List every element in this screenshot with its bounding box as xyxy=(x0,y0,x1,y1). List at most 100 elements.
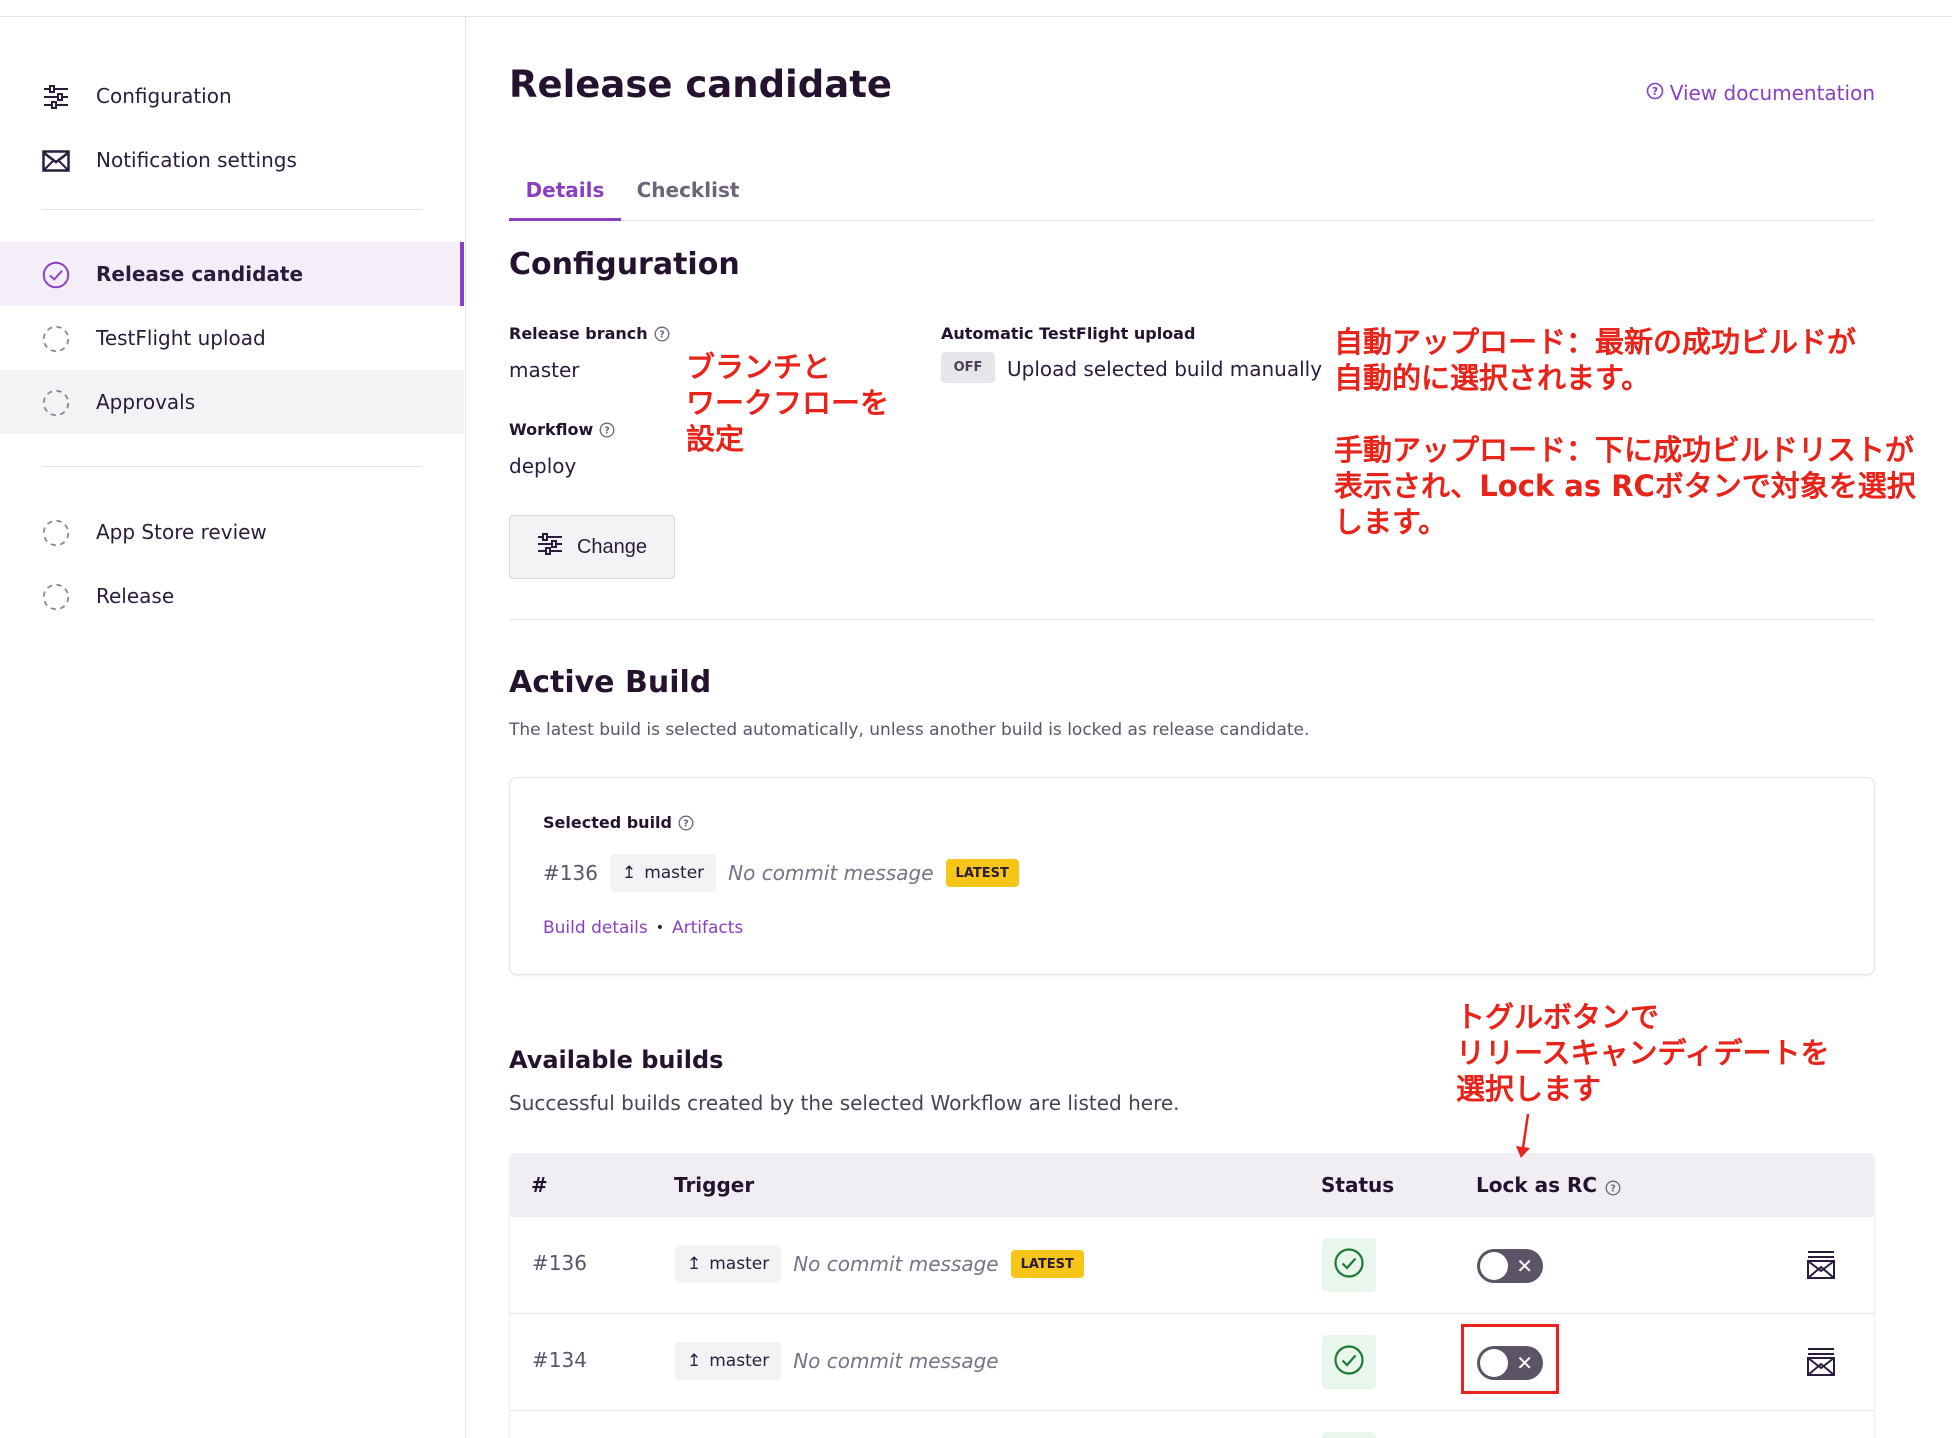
commit-message: No commit message xyxy=(793,1349,999,1373)
artifacts-icon[interactable] xyxy=(1807,1250,1835,1280)
column-trigger: Trigger xyxy=(674,1173,755,1197)
release-branch-value: master xyxy=(509,358,580,382)
help-icon[interactable]: ? xyxy=(654,326,670,342)
lock-as-rc-toggle[interactable]: ✕ xyxy=(1477,1249,1543,1283)
top-border xyxy=(0,0,1952,17)
off-badge: OFF xyxy=(941,352,995,383)
sliders-icon xyxy=(537,533,563,561)
workflow-value: deploy xyxy=(509,454,577,478)
tab-details[interactable]: Details xyxy=(509,171,621,221)
available-builds-description: Successful builds created by the selecte… xyxy=(509,1091,1180,1115)
check-circle-icon xyxy=(1333,1247,1365,1283)
toggle-knob xyxy=(1480,1252,1508,1280)
sidebar-item-label: Release candidate xyxy=(96,262,304,286)
branch-chip: ↥ master xyxy=(675,1342,782,1380)
active-build-description: The latest build is selected automatical… xyxy=(509,720,1310,740)
branch-name: master xyxy=(644,863,705,883)
row-trigger: ↥ master No commit message xyxy=(675,1342,999,1380)
mail-icon xyxy=(42,147,70,175)
row-lock: ✕ xyxy=(1477,1249,1543,1283)
sidebar-divider xyxy=(42,466,422,467)
svg-text:?: ? xyxy=(1652,85,1658,98)
svg-text:?: ? xyxy=(683,818,689,829)
row-trigger: ↥ master No commit message LATEST xyxy=(675,1245,1084,1283)
latest-badge: LATEST xyxy=(945,859,1019,887)
column-lock-as-rc: Lock as RC ? xyxy=(1476,1173,1621,1197)
commit-message: No commit message xyxy=(793,1252,999,1276)
column-number: # xyxy=(531,1173,548,1197)
selected-build-label-text: Selected build xyxy=(543,813,672,832)
column-status: Status xyxy=(1321,1173,1395,1197)
tab-checklist[interactable]: Checklist xyxy=(633,171,743,221)
view-documentation-link[interactable]: ? View documentation xyxy=(1646,81,1875,105)
svg-text:?: ? xyxy=(1610,1184,1616,1195)
help-circle-icon: ? xyxy=(1646,81,1664,105)
page-title: Release candidate xyxy=(509,63,892,106)
sidebar-item-approvals[interactable]: Approvals xyxy=(0,370,464,434)
annotation-toggle-hint: トグルボタンで リリースキャンディデートを 選択します xyxy=(1456,1000,1830,1106)
branch-arrow-icon: ↥ xyxy=(687,1351,702,1371)
success-status xyxy=(1322,1335,1376,1389)
selected-build-card: Selected build ? #136 ↥ master No commit… xyxy=(509,777,1875,975)
artifacts-link[interactable]: Artifacts xyxy=(672,918,743,938)
column-lock-label: Lock as RC xyxy=(1476,1173,1598,1197)
sidebar-item-release-candidate[interactable]: Release candidate xyxy=(0,242,464,306)
help-icon[interactable]: ? xyxy=(678,815,694,831)
branch-name: master xyxy=(709,1254,770,1274)
row-number-text: #136 xyxy=(532,1251,587,1275)
sidebar-item-release[interactable]: Release xyxy=(0,564,464,628)
sliders-icon xyxy=(42,83,70,111)
help-icon[interactable]: ? xyxy=(599,422,615,438)
success-status xyxy=(1322,1238,1376,1292)
sidebar-item-label: Release xyxy=(96,584,175,608)
commit-message: No commit message xyxy=(728,861,934,885)
sidebar-item-label: App Store review xyxy=(96,520,267,544)
build-details-link[interactable]: Build details xyxy=(543,918,648,938)
table-header: # Trigger Status Lock as RC ? xyxy=(509,1153,1875,1217)
branch-name: master xyxy=(709,1351,770,1371)
available-builds-heading: Available builds xyxy=(509,1046,724,1074)
tab-bar: Details Checklist xyxy=(509,171,1875,221)
change-label: Change xyxy=(576,535,648,558)
dashed-circle-icon xyxy=(42,389,70,417)
sidebar-item-testflight-upload[interactable]: TestFlight upload xyxy=(0,306,464,370)
branch-chip: ↥ master xyxy=(675,1245,782,1283)
section-divider xyxy=(509,619,1875,620)
release-branch-label-text: Release branch xyxy=(509,324,648,343)
sidebar-item-app-store-review[interactable]: App Store review xyxy=(0,500,464,564)
sidebar: Configuration Notification settings Rele… xyxy=(0,17,466,1438)
branch-arrow-icon: ↥ xyxy=(687,1254,702,1274)
auto-upload-value: Upload selected build manually xyxy=(1007,357,1323,381)
link-separator: • xyxy=(655,920,664,936)
workflow-label-text: Workflow xyxy=(509,420,594,439)
table-row: #134 ↥ master No commit message ✕ xyxy=(509,1314,1875,1411)
success-status xyxy=(1322,1432,1376,1438)
latest-badge: LATEST xyxy=(1010,1250,1084,1278)
row-status xyxy=(1322,1335,1376,1389)
check-circle-icon xyxy=(42,261,70,289)
selected-build-row: #136 ↥ master No commit message LATEST xyxy=(543,854,1019,892)
sidebar-item-notification-settings[interactable]: Notification settings xyxy=(0,128,464,192)
dashed-circle-icon xyxy=(42,519,70,547)
workflow-label: Workflow ? xyxy=(509,420,615,439)
annotation-auto-upload: 自動アップロード：最新の成功ビルドが 自動的に選択されます。 xyxy=(1334,325,1857,395)
sidebar-item-label: Notification settings xyxy=(96,148,297,172)
change-button[interactable]: Change xyxy=(509,515,675,579)
view-documentation-label: View documentation xyxy=(1669,81,1875,105)
build-links: Build details • Artifacts xyxy=(543,918,743,938)
sidebar-item-label: Configuration xyxy=(96,84,232,108)
sidebar-divider xyxy=(42,209,422,210)
sidebar-item-label: TestFlight upload xyxy=(96,326,266,350)
branch-arrow-icon: ↥ xyxy=(621,863,637,883)
dashed-circle-icon xyxy=(42,583,70,611)
close-icon: ✕ xyxy=(1516,1254,1533,1278)
annotation-manual-upload: 手動アップロード：下に成功ビルドリストが 表示され、Lock as RCボタンで… xyxy=(1334,433,1916,539)
auto-upload-label: Automatic TestFlight upload xyxy=(941,324,1196,343)
annotation-branch-workflow: ブランチと ワークフローを 設定 xyxy=(686,350,890,456)
sidebar-item-label: Approvals xyxy=(96,390,196,414)
help-icon[interactable]: ? xyxy=(1605,1177,1621,1196)
sidebar-item-configuration[interactable]: Configuration xyxy=(0,64,464,128)
artifacts-icon[interactable] xyxy=(1807,1347,1835,1377)
row-number: #136 xyxy=(532,1251,587,1275)
dashed-circle-icon xyxy=(42,325,70,353)
